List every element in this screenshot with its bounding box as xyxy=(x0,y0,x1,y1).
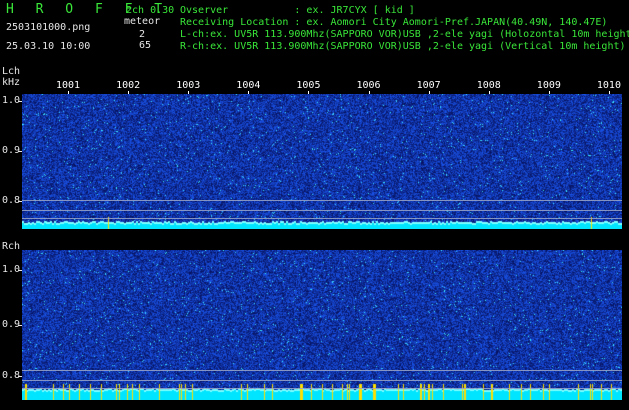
lch-ytick-mark xyxy=(18,201,22,202)
time-tick-label: 1001 xyxy=(56,80,81,91)
rch-reference-line xyxy=(22,370,622,371)
time-tick-label: 1008 xyxy=(476,80,501,91)
rch-spectrogram xyxy=(22,250,622,400)
lch-description: L-ch:ex. UV5R 113.900Mhz(SAPPORO VOR)USB… xyxy=(180,29,629,40)
lch-label: Lch xyxy=(2,66,21,77)
rch-reference-line xyxy=(22,380,622,381)
lch-ytick-mark xyxy=(18,151,22,152)
lch-ytick-mark xyxy=(18,101,22,102)
filename-label: 2503101000.png xyxy=(6,22,91,33)
lch-reference-line xyxy=(22,210,622,211)
lch-reference-line xyxy=(22,200,622,201)
lch-spectrogram xyxy=(22,94,622,229)
time-tick-label: 1002 xyxy=(116,80,141,91)
datetime-label: 25.03.10 10:00 xyxy=(6,41,91,52)
rch-ytick-mark xyxy=(18,376,22,377)
time-tick-label: 1005 xyxy=(296,80,321,91)
lch-unit-label: kHz xyxy=(2,77,21,88)
meteor-label: meteor xyxy=(124,16,161,27)
observer-line: Ovserver : ex. JR7CYX [ kid ] xyxy=(180,5,415,16)
rch-ytick-mark xyxy=(18,325,22,326)
rch-label: Rch xyxy=(2,241,21,252)
time-tick-label: 1006 xyxy=(356,80,381,91)
meteor-count-lch: 2 xyxy=(139,29,146,40)
rch-description: R-ch:ex. UV5R 113.900Mhz(SAPPORO VOR)USB… xyxy=(180,41,626,52)
location-line: Receiving Location : ex. Aomori City Aom… xyxy=(180,17,608,28)
meteor-count-rch: 65 xyxy=(139,40,152,51)
time-tick-label: 1003 xyxy=(176,80,201,91)
version-label: 2ch 0.30 xyxy=(126,5,175,16)
rch-reference-line xyxy=(22,388,622,389)
time-tick-label: 1007 xyxy=(416,80,441,91)
time-tick-label: 1010 xyxy=(596,80,621,91)
lch-reference-line xyxy=(22,218,622,219)
time-tick-label: 1009 xyxy=(536,80,561,91)
time-tick-label: 1004 xyxy=(236,80,261,91)
rch-ytick-mark xyxy=(18,270,22,271)
